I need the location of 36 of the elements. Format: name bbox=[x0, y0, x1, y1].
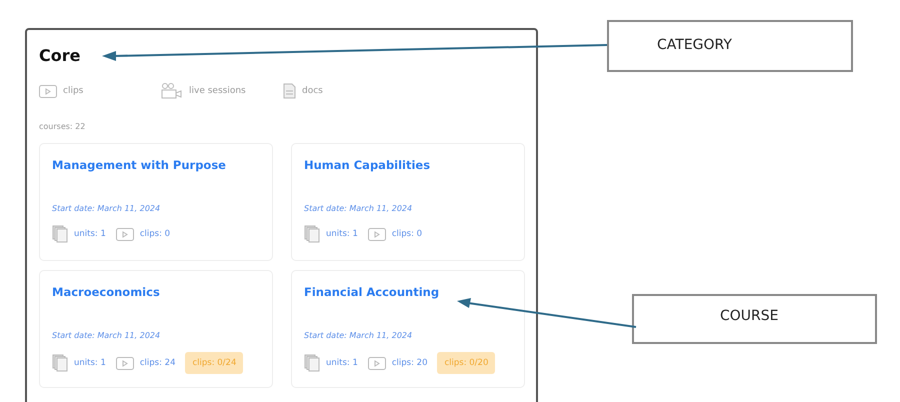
units-count: units: 1 bbox=[74, 229, 106, 239]
media-label: clips bbox=[63, 86, 84, 96]
units-count: units: 1 bbox=[326, 358, 358, 368]
progress-badge: clips: 0/20 bbox=[437, 352, 496, 374]
play-icon bbox=[39, 84, 57, 98]
courses-count: courses: 22 bbox=[39, 122, 86, 131]
clips-count: clips: 20 bbox=[392, 358, 428, 368]
document-icon bbox=[283, 83, 296, 99]
units-count: units: 1 bbox=[74, 358, 106, 368]
callout-box: COURSE bbox=[632, 294, 877, 344]
stacked-pages-icon bbox=[304, 354, 320, 372]
start-date: Start date: March 11, 2024 bbox=[304, 204, 414, 213]
units-count: units: 1 bbox=[326, 229, 358, 239]
progress-badge: clips: 0/24 bbox=[185, 352, 244, 374]
play-icon bbox=[116, 228, 134, 240]
start-date: Start date: March 11, 2024 bbox=[304, 331, 414, 340]
play-icon bbox=[116, 356, 134, 370]
stacked-pages-icon bbox=[52, 225, 68, 243]
course-title-link[interactable]: Management with Purpose bbox=[52, 158, 260, 172]
category-title: Core bbox=[39, 46, 80, 65]
clips-count: clips: 24 bbox=[140, 358, 176, 368]
stacked-pages-icon bbox=[52, 354, 68, 372]
start-date: Start date: March 11, 2024 bbox=[52, 331, 162, 340]
course-title-link[interactable]: Human Capabilities bbox=[304, 158, 512, 172]
play-icon bbox=[368, 228, 386, 240]
play-icon bbox=[368, 356, 386, 370]
clips-count: clips: 0 bbox=[392, 229, 422, 239]
camera-icon bbox=[161, 83, 183, 99]
start-date: Start date: March 11, 2024 bbox=[52, 204, 162, 213]
course-title-link[interactable]: Macroeconomics bbox=[52, 285, 260, 299]
stacked-pages-icon bbox=[304, 225, 320, 243]
clips-count: clips: 0 bbox=[140, 229, 170, 239]
media-label: docs bbox=[302, 86, 323, 96]
course-title-link[interactable]: Financial Accounting bbox=[304, 285, 512, 299]
media-label: live sessions bbox=[189, 86, 246, 96]
callout-box: CATEGORY bbox=[607, 20, 853, 72]
